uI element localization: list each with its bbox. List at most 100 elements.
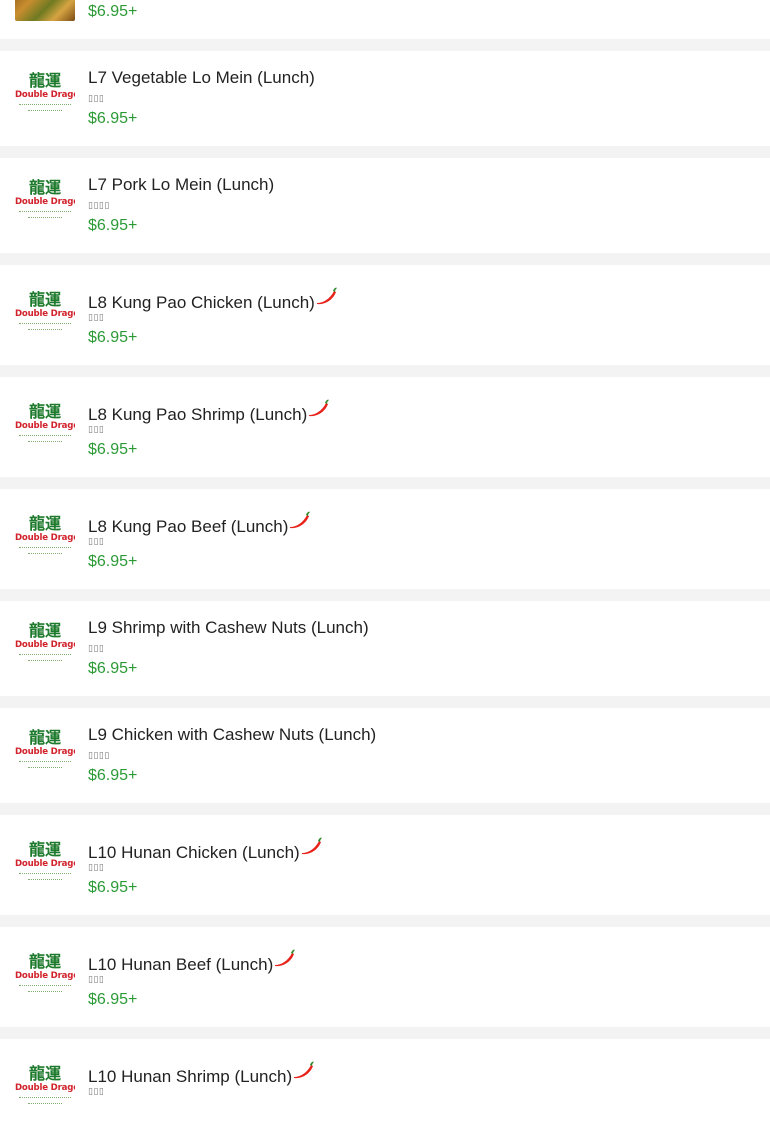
chili-pepper-icon: [316, 287, 338, 310]
item-price: $6.95+: [88, 3, 138, 20]
item-name-text: L8 Kung Pao Beef (Lunch): [88, 517, 289, 536]
restaurant-logo: 龍運Double Dragon II: [15, 951, 75, 997]
logo-fineprint: [19, 654, 71, 657]
logo-chinese-text: 龍運: [28, 728, 61, 747]
menu-item[interactable]: 龍運Double Dragon II L7 Pork Lo Mein (Lunch…: [0, 158, 770, 253]
item-name[interactable]: L8 Kung Pao Beef (Lunch): [88, 511, 311, 537]
menu-item[interactable]: 龍運Double Dragon II L9 Shrimp with Cashew …: [0, 601, 770, 696]
restaurant-logo: 龍運Double Dragon II: [15, 401, 75, 447]
item-price: $6.95+: [88, 767, 138, 784]
chili-pepper-icon: [308, 399, 330, 422]
logo-chinese-text: 龍運: [28, 952, 61, 971]
logo-fineprint: [28, 660, 62, 663]
item-name-text: L8 Kung Pao Shrimp (Lunch): [88, 405, 308, 424]
restaurant-logo: 龍運Double Dragon II: [15, 839, 75, 885]
item-price: $6.95+: [88, 329, 138, 346]
item-price: $6.95+: [88, 441, 138, 458]
item-name[interactable]: L9 Shrimp with Cashew Nuts (Lunch): [88, 618, 369, 638]
menu-item[interactable]: 龍運Double Dragon II L10 Hunan Chicken (Lun…: [0, 815, 770, 915]
item-name-text: L8 Kung Pao Chicken (Lunch): [88, 293, 315, 312]
restaurant-logo: 龍運Double Dragon II: [15, 620, 75, 666]
item-name-text: L10 Hunan Shrimp (Lunch): [88, 1067, 293, 1086]
item-name-text: L7 Vegetable Lo Mein (Lunch): [88, 68, 315, 87]
logo-fineprint: [28, 879, 62, 882]
restaurant-logo: 龍運Double Dragon II: [15, 513, 75, 559]
menu-item[interactable]: 龍運Double Dragon II L8 Kung Pao Chicken (L…: [0, 265, 770, 365]
item-chinese-name: ▯▯▯: [88, 975, 105, 985]
logo-fineprint: [28, 441, 62, 444]
logo-english-text: Double Dragon II: [15, 971, 75, 981]
item-name[interactable]: L10 Hunan Beef (Lunch): [88, 949, 296, 975]
logo-chinese-text: 龍運: [28, 514, 61, 533]
logo-fineprint: [19, 323, 71, 326]
item-price: $6.95+: [88, 110, 138, 127]
item-name[interactable]: L8 Kung Pao Shrimp (Lunch): [88, 399, 330, 425]
restaurant-logo: 龍運Double Dragon II: [15, 727, 75, 773]
item-name[interactable]: L10 Hunan Shrimp (Lunch): [88, 1061, 315, 1087]
logo-english-text: Double Dragon II: [15, 90, 75, 100]
logo-english-text: Double Dragon II: [15, 197, 75, 207]
logo-fineprint: [19, 1097, 71, 1100]
menu-item[interactable]: 龍運Double Dragon II L9 Chicken with Cashew…: [0, 708, 770, 803]
chili-pepper-icon: [301, 837, 323, 860]
chili-pepper-icon: [289, 511, 311, 534]
item-name[interactable]: L9 Chicken with Cashew Nuts (Lunch): [88, 725, 376, 745]
logo-english-text: Double Dragon II: [15, 309, 75, 319]
menu-item[interactable]: 龍運Double Dragon II L8 Kung Pao Shrimp (Lu…: [0, 377, 770, 477]
logo-fineprint: [28, 217, 62, 220]
menu-item[interactable]: 龍運Double Dragon II L10 Hunan Beef (Lunch)…: [0, 927, 770, 1027]
logo-english-text: Double Dragon II: [15, 859, 75, 869]
item-chinese-name: ▯▯▯: [88, 863, 105, 873]
logo-fineprint: [19, 104, 71, 107]
logo-fineprint: [28, 329, 62, 332]
item-price: $6.95+: [88, 217, 138, 234]
item-chinese-name: ▯▯▯▯: [88, 201, 110, 211]
restaurant-logo: 龍運Double Dragon II: [15, 70, 75, 116]
item-name-text: L9 Shrimp with Cashew Nuts (Lunch): [88, 618, 369, 637]
logo-english-text: Double Dragon II: [15, 747, 75, 757]
item-name-text: L10 Hunan Chicken (Lunch): [88, 843, 300, 862]
logo-english-text: Double Dragon II: [15, 640, 75, 650]
logo-fineprint: [19, 547, 71, 550]
menu-item[interactable]: 龍運Double Dragon II L7 Vegetable Lo Mein (…: [0, 51, 770, 146]
logo-fineprint: [19, 211, 71, 214]
restaurant-logo: 龍運Double Dragon II: [15, 289, 75, 335]
item-chinese-name: ▯▯▯: [88, 1087, 105, 1097]
item-price: $6.95+: [88, 991, 138, 1008]
logo-chinese-text: 龍運: [28, 840, 61, 859]
item-price: $6.95+: [88, 553, 138, 570]
logo-fineprint: [19, 435, 71, 438]
item-name[interactable]: L10 Hunan Chicken (Lunch): [88, 837, 323, 863]
item-name-text: L7 Pork Lo Mein (Lunch): [88, 175, 275, 194]
item-name[interactable]: L8 Kung Pao Chicken (Lunch): [88, 287, 338, 313]
logo-fineprint: [28, 1103, 62, 1106]
logo-english-text: Double Dragon II: [15, 533, 75, 543]
logo-fineprint: [28, 110, 62, 113]
food-photo: [15, 0, 75, 21]
logo-chinese-text: 龍運: [28, 1064, 61, 1083]
menu-item[interactable]: 龍運Double Dragon II L10 Hunan Shrimp (Lunc…: [0, 1039, 770, 1139]
logo-fineprint: [28, 991, 62, 994]
logo-fineprint: [28, 553, 62, 556]
restaurant-logo: 龍運Double Dragon II: [15, 177, 75, 223]
logo-chinese-text: 龍運: [28, 621, 61, 640]
item-name-text: L10 Hunan Beef (Lunch): [88, 955, 274, 974]
chili-pepper-icon: [293, 1061, 315, 1084]
logo-fineprint: [19, 873, 71, 876]
item-chinese-name: ▯▯▯: [88, 537, 105, 547]
restaurant-logo: 龍運Double Dragon II: [15, 1063, 75, 1109]
item-chinese-name: ▯▯▯: [88, 425, 105, 435]
item-name[interactable]: L7 Vegetable Lo Mein (Lunch): [88, 68, 315, 88]
menu-item[interactable]: $6.95+: [0, 0, 770, 39]
item-chinese-name: ▯▯▯: [88, 644, 105, 654]
item-chinese-name: ▯▯▯▯: [88, 751, 110, 761]
logo-english-text: Double Dragon II: [15, 421, 75, 431]
item-price: $6.95+: [88, 879, 138, 896]
logo-fineprint: [28, 767, 62, 770]
logo-fineprint: [19, 761, 71, 764]
logo-english-text: Double Dragon II: [15, 1083, 75, 1093]
logo-chinese-text: 龍運: [28, 402, 61, 421]
item-name[interactable]: L7 Pork Lo Mein (Lunch): [88, 175, 274, 195]
logo-chinese-text: 龍運: [28, 178, 61, 197]
menu-item[interactable]: 龍運Double Dragon II L8 Kung Pao Beef (Lunc…: [0, 489, 770, 589]
